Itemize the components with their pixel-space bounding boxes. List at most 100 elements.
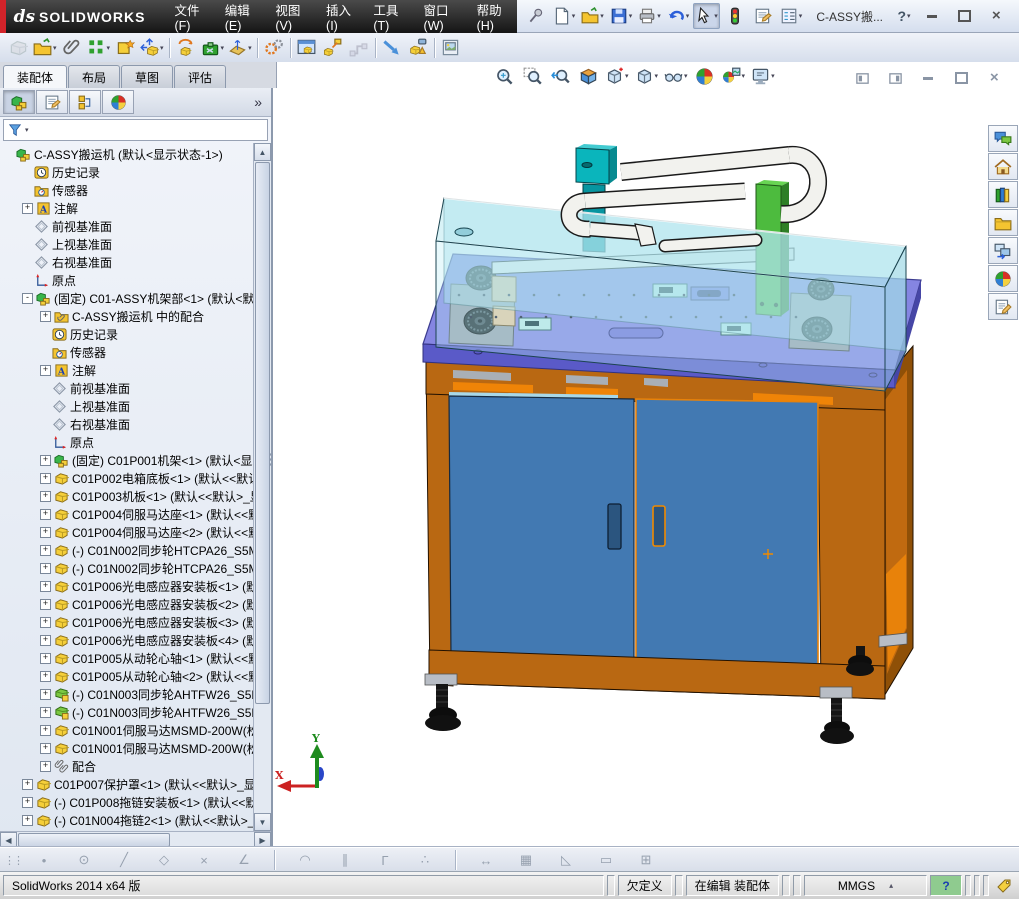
tree-expand-toggle[interactable]: +	[40, 670, 51, 682]
tree-expand-toggle[interactable]: +	[22, 814, 33, 826]
sketch-rectangle[interactable]: ▭	[593, 847, 619, 873]
tree-item[interactable]: 历史记录	[0, 325, 254, 343]
tree-item[interactable]: + C01P004伺服马达座<2> (默认<<默认	[0, 523, 254, 541]
maximize-button[interactable]	[951, 3, 977, 29]
tree-item[interactable]: 传感器	[0, 343, 254, 361]
tree-item[interactable]: - (固定) C01-ASSY机架部<1> (默认<默认_	[0, 289, 254, 307]
view-orientation[interactable]: ▾	[603, 63, 631, 89]
toolbar-grip[interactable]: ⋮⋮	[4, 854, 24, 867]
tree-expand-toggle[interactable]: +	[40, 490, 51, 502]
tree-item[interactable]: +(-) C01N004拖链2<2> (默认<<默认>_显	[0, 829, 254, 831]
sketch-polygon[interactable]: ◇	[151, 847, 177, 873]
tab-displaymanager[interactable]	[102, 90, 134, 114]
vertical-scroll-track[interactable]	[254, 705, 271, 813]
close-button[interactable]: ×	[983, 3, 1009, 29]
model-3d[interactable]: X Y	[273, 88, 1019, 848]
tree-item[interactable]: 右视基准面	[0, 415, 254, 433]
tree-item[interactable]: + (-) C01N004拖链2<1> (默认<<默认>_显	[0, 811, 254, 829]
menu-item[interactable]: 文件(F)	[164, 0, 214, 33]
tree-item[interactable]: + C01P004伺服马达座<1> (默认<<默认	[0, 505, 254, 523]
menu-item[interactable]: 工具(T)	[362, 0, 412, 33]
show-hidden-components[interactable]	[173, 35, 199, 61]
tree-item[interactable]: + C01N001伺服马达MSMD-200W(松下)<	[0, 739, 254, 757]
zoom-to-area[interactable]	[519, 63, 545, 89]
tree-item[interactable]: + C-ASSY搬运机 中的配合	[0, 307, 254, 325]
tree-expand-toggle[interactable]: +	[40, 472, 51, 484]
tree-expand-toggle[interactable]: +	[40, 310, 51, 322]
display-style[interactable]: ▾	[633, 63, 661, 89]
section-view[interactable]	[575, 63, 601, 89]
menu-item[interactable]: 帮助(H)	[466, 0, 517, 33]
menu-item[interactable]: 插入(I)	[315, 0, 362, 33]
exploded-view[interactable]	[320, 35, 346, 61]
status-tag-button[interactable]	[992, 878, 1016, 894]
select[interactable]: ▾	[693, 3, 720, 29]
assembly-xpert[interactable]	[405, 35, 431, 61]
tree-item[interactable]: + C01P006光电感应器安装板<4> (默认	[0, 631, 254, 649]
tree-expand-toggle[interactable]: +	[40, 562, 51, 574]
move-component[interactable]: ▾	[138, 35, 166, 61]
tree-item[interactable]: + C01P002电箱底板<1> (默认<<默认>	[0, 469, 254, 487]
tree-item[interactable]: + C01P007保护罩<1> (默认<<默认>_显示	[0, 775, 254, 793]
sketch-grid[interactable]: ▦	[513, 847, 539, 873]
menu-item[interactable]: 窗口(W)	[413, 0, 466, 33]
tree-item[interactable]: + C01N001伺服马达MSMD-200W(松下)<	[0, 721, 254, 739]
tree-item[interactable]: 前视基准面	[0, 217, 254, 235]
explode-line-sketch[interactable]	[346, 35, 372, 61]
scroll-down-button[interactable]: ▼	[254, 813, 271, 831]
tree-item[interactable]: 历史记录	[0, 163, 254, 181]
undo[interactable]: ▾	[665, 3, 692, 29]
sketch-circle[interactable]: ⊙	[71, 847, 97, 873]
sketch-point[interactable]: •	[31, 847, 57, 873]
scroll-up-button[interactable]: ▲	[254, 143, 271, 161]
menu-item[interactable]: 视图(V)	[264, 0, 315, 33]
design-library[interactable]	[988, 181, 1018, 208]
vertical-scrollbar[interactable]: ▲ ▼	[253, 143, 271, 831]
smart-dimension[interactable]: ↔	[473, 847, 499, 873]
tree-item[interactable]: + 注解	[0, 361, 254, 379]
tree-item[interactable]: + C01P003机板<1> (默认<<默认>_显示	[0, 487, 254, 505]
zoom-to-fit[interactable]	[491, 63, 517, 89]
tree-item[interactable]: C-ASSY搬运机 (默认<显示状态-1>)	[0, 145, 254, 163]
model-anchor-block[interactable]	[575, 144, 617, 185]
horizontal-scrollbar[interactable]: ◀ ▶	[0, 831, 271, 848]
tree-item[interactable]: 传感器	[0, 181, 254, 199]
tab-装配体[interactable]: 装配体	[3, 65, 68, 88]
new-document[interactable]: ▾	[551, 3, 578, 29]
tree-expand-toggle[interactable]: +	[40, 688, 51, 700]
tab-布局[interactable]: 布局	[68, 65, 121, 88]
view-palette[interactable]	[988, 237, 1018, 264]
tree-expand-toggle[interactable]: +	[40, 508, 51, 520]
tree-item[interactable]: + 注解	[0, 199, 254, 217]
smart-fasteners[interactable]	[112, 35, 138, 61]
hide-show-items[interactable]: ▾	[662, 63, 690, 89]
tree-item[interactable]: + C01P005从动轮心轴<2> (默认<<默认	[0, 667, 254, 685]
rebuild[interactable]	[722, 3, 748, 29]
filter-bar[interactable]: ▾	[3, 119, 268, 141]
tree-expand-toggle[interactable]: +	[40, 706, 51, 718]
tree-item[interactable]: + C01P005从动轮心轴<1> (默认<<默认	[0, 649, 254, 667]
tree-expand-toggle[interactable]: +	[40, 634, 51, 646]
appearances-scenes[interactable]	[988, 265, 1018, 292]
scroll-right-button[interactable]: ▶	[254, 832, 271, 848]
tree-expand-toggle[interactable]: +	[40, 598, 51, 610]
options[interactable]: ▾	[778, 3, 805, 29]
tree-item[interactable]: 上视基准面	[0, 397, 254, 415]
vertical-scroll-thumb[interactable]	[255, 162, 270, 704]
measure-angle[interactable]: ◺	[553, 847, 579, 873]
tab-评估[interactable]: 评估	[174, 65, 227, 88]
tree-expand-toggle[interactable]: +	[40, 580, 51, 592]
open-document[interactable]: ▾	[579, 3, 606, 29]
tree-expand-toggle[interactable]: +	[40, 742, 51, 754]
sketch-chamfer[interactable]: ∠	[231, 847, 257, 873]
scroll-left-button[interactable]: ◀	[0, 832, 17, 848]
tree-item[interactable]: 原点	[0, 433, 254, 451]
tree-expand-toggle[interactable]: +	[40, 526, 51, 538]
tree-expand-toggle[interactable]: +	[40, 454, 51, 466]
graphics-viewport[interactable]: X Y	[273, 88, 1019, 848]
linear-component-pattern[interactable]: ▾	[85, 35, 113, 61]
edit-appearance[interactable]	[692, 63, 718, 89]
solidworks-forum[interactable]	[988, 125, 1018, 152]
tree-item[interactable]: 上视基准面	[0, 235, 254, 253]
apply-scene[interactable]: ▾	[720, 63, 748, 89]
